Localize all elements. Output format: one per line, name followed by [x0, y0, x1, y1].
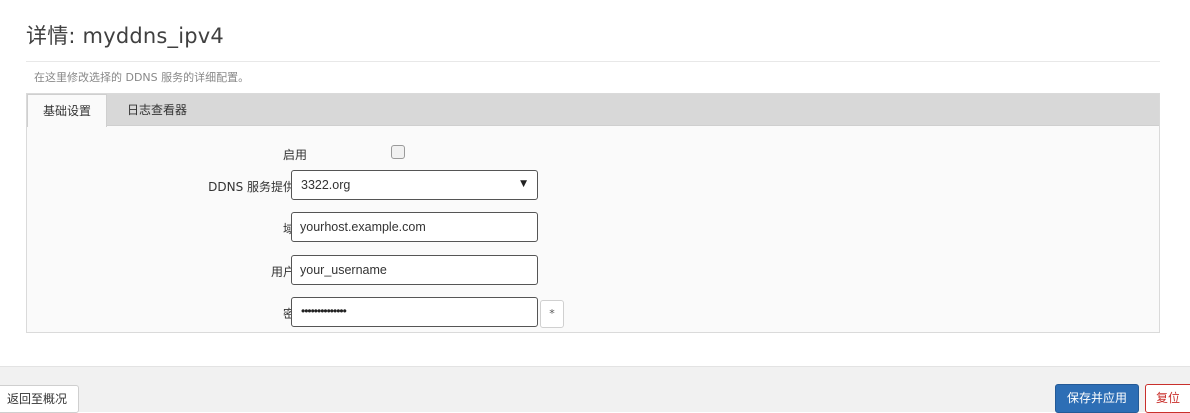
tab-log-viewer[interactable]: 日志查看器: [109, 94, 205, 126]
page-title: 详情: myddns_ipv4: [26, 24, 224, 48]
form-row-provider: DDNS 服务提供商 3322.org ▼: [27, 170, 1159, 202]
form-row-password: 密码 •••••••••••••• *: [27, 297, 1159, 329]
enable-label: 启用: [282, 148, 307, 162]
password-mask: ••••••••••••••: [301, 304, 347, 318]
page-description: 在这里修改选择的 DDNS 服务的详细配置。: [34, 71, 250, 84]
reveal-password-button[interactable]: *: [540, 300, 564, 328]
form-row-domain: 域名: [27, 212, 1159, 244]
provider-select[interactable]: 3322.org ▼: [291, 170, 538, 200]
settings-panel: 基础设置 日志查看器 启用 DDNS 服务提供商 3322.org ▼ 域名 用…: [26, 93, 1160, 333]
title-divider: [26, 61, 1160, 62]
provider-selected-value: 3322.org: [301, 178, 351, 192]
password-input[interactable]: ••••••••••••••: [291, 297, 538, 327]
username-input[interactable]: [291, 255, 538, 285]
footer-bar: 返回至概况 保存并应用 复位: [0, 366, 1190, 413]
tab-basic-settings[interactable]: 基础设置: [27, 94, 107, 127]
domain-input[interactable]: [291, 212, 538, 242]
chevron-down-icon: ▼: [520, 179, 527, 189]
back-to-overview-button[interactable]: 返回至概况: [0, 385, 80, 413]
reset-button[interactable]: 复位: [1145, 384, 1190, 413]
save-apply-button[interactable]: 保存并应用: [1055, 384, 1139, 413]
enable-checkbox[interactable]: [391, 145, 405, 159]
form-row-enable: 启用: [27, 138, 1159, 170]
tab-bar: 基础设置 日志查看器: [27, 94, 1159, 127]
form-row-username: 用户名: [27, 255, 1159, 287]
